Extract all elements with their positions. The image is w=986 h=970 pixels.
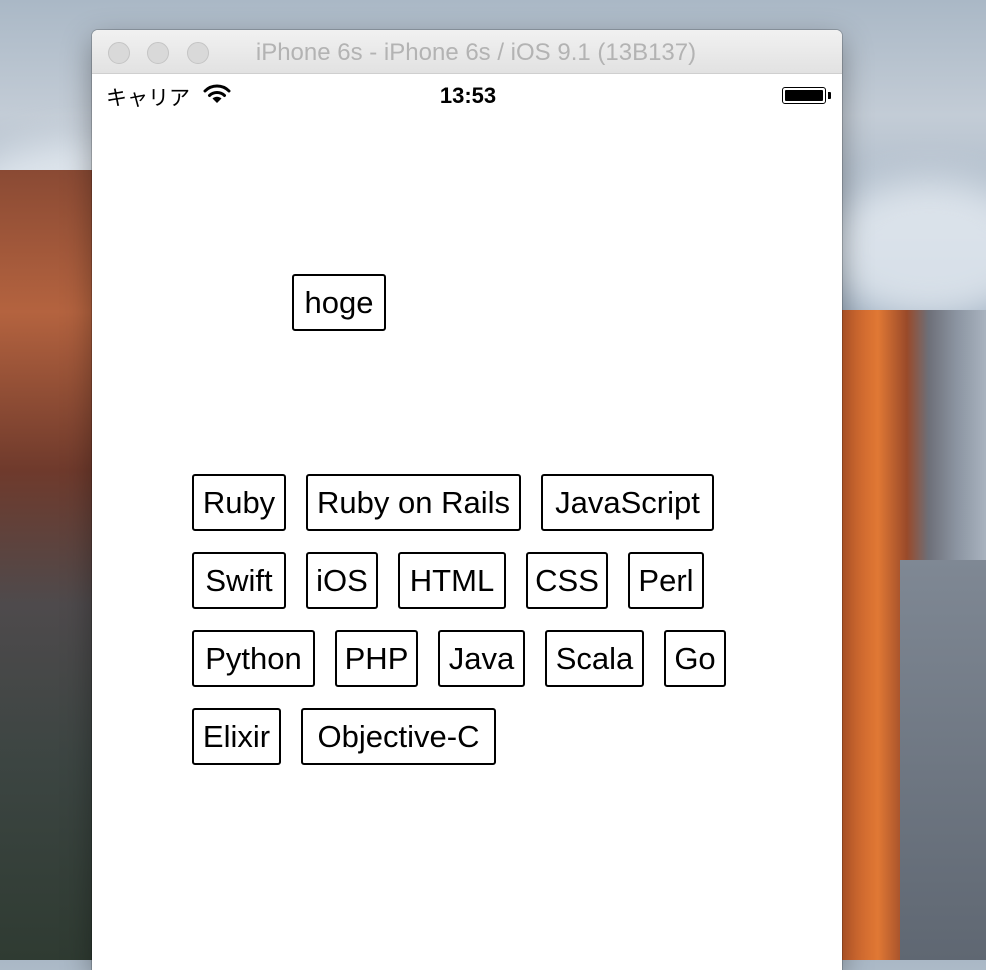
- ios-status-bar: キャリア 13:53: [92, 74, 842, 116]
- tag-label: Scala: [545, 630, 644, 687]
- wallpaper-cliff-left: [0, 170, 100, 960]
- window-titlebar[interactable]: iPhone 6s - iPhone 6s / iOS 9.1 (13B137): [92, 30, 842, 74]
- tag-label: Swift: [192, 552, 286, 609]
- simulator-window[interactable]: iPhone 6s - iPhone 6s / iOS 9.1 (13B137)…: [92, 30, 842, 970]
- status-time: 13:53: [439, 83, 497, 108]
- tag-label: CSS: [526, 552, 608, 609]
- window-title: iPhone 6s - iPhone 6s / iOS 9.1 (13B137): [255, 39, 697, 66]
- tag-label: Ruby on Rails: [306, 474, 521, 531]
- tag-label: PHP: [335, 630, 418, 687]
- tag-label: Java: [438, 630, 525, 687]
- tag-label: Objective-C: [301, 708, 496, 765]
- hoge-label: hoge: [292, 274, 386, 331]
- tag-label: Go: [664, 630, 726, 687]
- tag-label: Python: [192, 630, 315, 687]
- battery-level-fill: [785, 90, 823, 101]
- tag-label: HTML: [398, 552, 506, 609]
- tag-label: Perl: [628, 552, 704, 609]
- tag-label: JavaScript: [541, 474, 714, 531]
- tag-label: Elixir: [192, 708, 281, 765]
- battery-icon: [782, 87, 826, 104]
- tag-label: iOS: [306, 552, 378, 609]
- tag-label: Ruby: [192, 474, 286, 531]
